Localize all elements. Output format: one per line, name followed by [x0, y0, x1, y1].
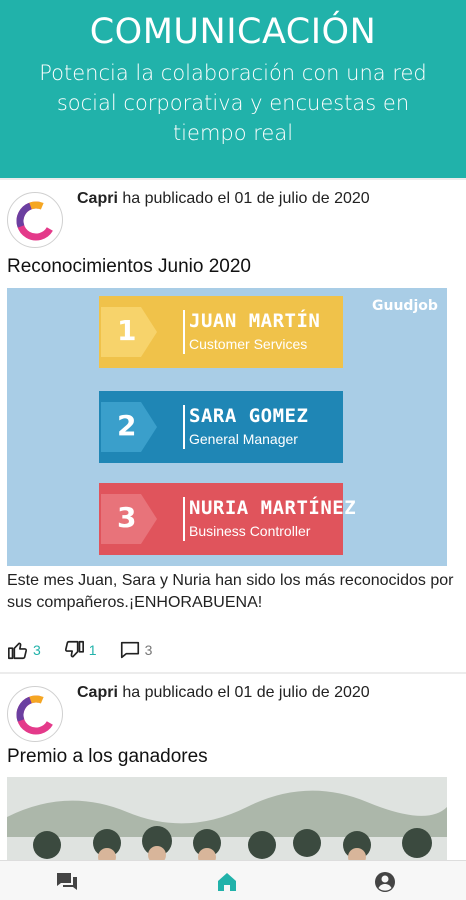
post-body: Este mes Juan, Sara y Nuria han sido los…: [7, 572, 454, 611]
post-author[interactable]: Capri: [77, 190, 118, 207]
hero-banner: COMUNICACIÓN Potencia la colaboración co…: [0, 0, 466, 178]
comment-button[interactable]: 3: [119, 639, 153, 661]
rank-name: NURIA MARTÍNEZ: [189, 497, 357, 519]
rank-item: 2 SARA GOMEZ General Manager: [7, 391, 447, 463]
rank-name: JUAN MARTÍN: [189, 310, 321, 332]
rank-divider: [183, 405, 185, 449]
like-count: 3: [33, 642, 41, 658]
capri-logo-icon: [16, 695, 56, 735]
post-date: ha publicado el 01 de julio de 2020: [122, 190, 370, 207]
rank-number: 2: [117, 409, 137, 442]
comment-icon: [120, 641, 139, 659]
bottom-nav: [0, 860, 466, 900]
post-byline: Capri ha publicado el 01 de julio de 202…: [77, 684, 370, 702]
rank-role: Customer Services: [189, 336, 308, 352]
hero-subtitle: Potencia la colaboración con una red soc…: [39, 61, 427, 145]
rank-number: 3: [117, 501, 137, 534]
rank-name: SARA GOMEZ: [189, 405, 309, 427]
post-date: ha publicado el 01 de julio de 2020: [122, 684, 370, 701]
avatar[interactable]: [7, 686, 63, 742]
hero-title: COMUNICACIÓN: [89, 12, 377, 52]
feed[interactable]: Capri ha publicado el 01 de julio de 202…: [0, 178, 466, 860]
rank-role: Business Controller: [189, 523, 311, 539]
thumbs-up-icon: [8, 642, 28, 660]
post-actions: 3 1 3: [7, 638, 174, 662]
award-photo-image: [7, 777, 447, 860]
account-icon[interactable]: [373, 870, 397, 894]
rank-number: 1: [117, 314, 137, 347]
post-image[interactable]: [7, 777, 447, 860]
like-button[interactable]: 3: [7, 639, 41, 661]
capri-logo-icon: [16, 201, 56, 241]
dislike-button[interactable]: 1: [63, 639, 97, 661]
thumbs-down-icon: [64, 640, 84, 658]
chat-icon[interactable]: [55, 870, 79, 894]
rank-divider: [183, 310, 185, 354]
post-title: Reconocimientos Junio 2020: [7, 256, 251, 277]
rank-item: 1 JUAN MARTÍN Customer Services: [7, 296, 447, 368]
comment-count: 3: [144, 642, 153, 658]
rank-divider: [183, 497, 185, 541]
dislike-count: 1: [88, 642, 97, 658]
avatar[interactable]: [7, 192, 63, 248]
rank-item: 3 NURIA MARTÍNEZ Business Controller: [7, 483, 447, 555]
post-card[interactable]: Capri ha publicado el 01 de julio de 202…: [0, 180, 466, 672]
post-title: Premio a los ganadores: [7, 746, 208, 767]
home-icon[interactable]: [215, 870, 239, 894]
post-byline: Capri ha publicado el 01 de julio de 202…: [77, 190, 370, 208]
rank-role: General Manager: [189, 431, 298, 447]
post-author[interactable]: Capri: [77, 684, 118, 701]
post-card[interactable]: Capri ha publicado el 01 de julio de 202…: [0, 674, 466, 860]
post-image[interactable]: Guudjob 1 JUAN MARTÍN Customer Services …: [7, 288, 447, 566]
